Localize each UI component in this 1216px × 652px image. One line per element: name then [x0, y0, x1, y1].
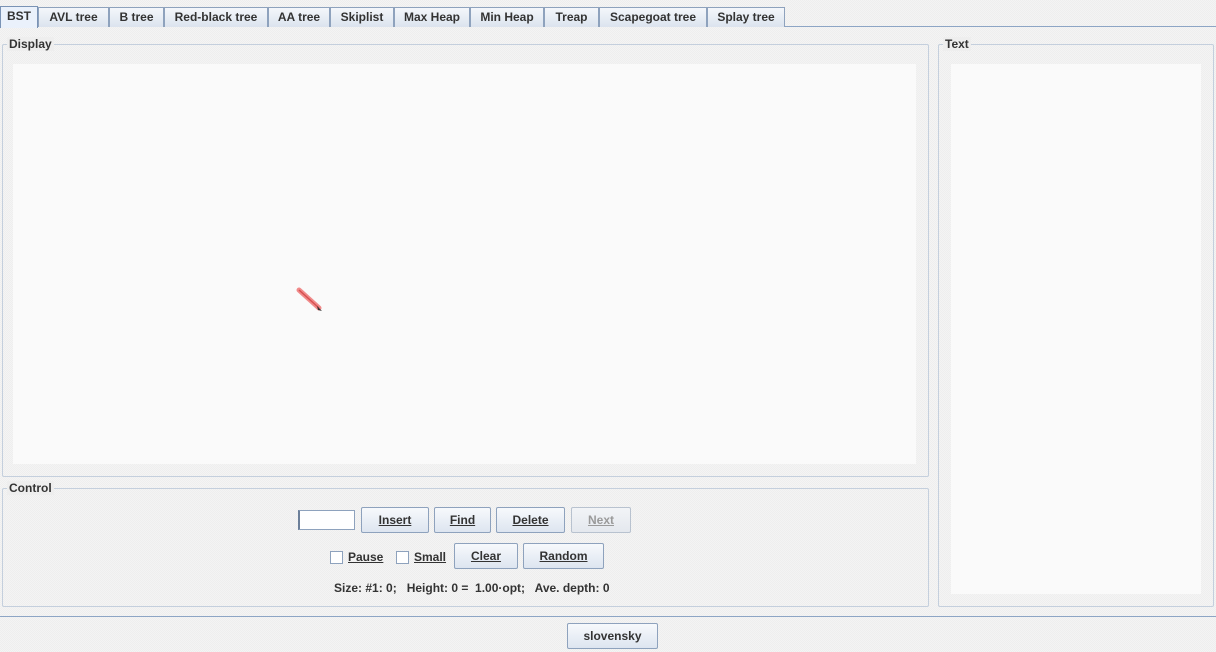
tab-bar: BST AVL tree B tree Red-black tree AA tr…	[0, 6, 1216, 28]
tab-treap[interactable]: Treap	[544, 7, 599, 27]
display-title: Display	[7, 37, 54, 51]
pencil-cursor-icon	[296, 287, 322, 311]
tab-scapegoat-tree[interactable]: Scapegoat tree	[599, 7, 707, 27]
text-panel-title: Text	[943, 37, 971, 51]
delete-button[interactable]: Delete	[496, 507, 565, 533]
random-button[interactable]: Random	[523, 543, 604, 569]
insert-button[interactable]: Insert	[361, 507, 429, 533]
text-panel: Text	[938, 37, 1214, 607]
small-checkbox-box[interactable]	[396, 550, 409, 564]
tab-max-heap[interactable]: Max Heap	[394, 7, 470, 27]
display-canvas[interactable]	[13, 64, 916, 464]
value-input[interactable]	[298, 510, 355, 530]
pause-checkbox[interactable]: Pause	[330, 550, 383, 564]
tab-min-heap[interactable]: Min Heap	[470, 7, 544, 27]
tab-b-tree[interactable]: B tree	[109, 7, 164, 27]
tab-aa-tree[interactable]: AA tree	[268, 7, 330, 27]
pause-checkbox-label: Pause	[348, 550, 384, 564]
pause-checkbox-box[interactable]	[330, 550, 343, 564]
language-button[interactable]: slovensky	[567, 623, 658, 649]
tab-bst[interactable]: BST	[0, 6, 38, 28]
clear-button[interactable]: Clear	[454, 543, 518, 569]
control-title: Control	[7, 481, 54, 495]
display-panel: Display	[2, 37, 929, 477]
bottom-separator	[0, 616, 1216, 617]
small-checkbox[interactable]: Small	[396, 550, 446, 564]
next-button[interactable]: Next	[571, 507, 631, 533]
tab-red-black-tree[interactable]: Red-black tree	[164, 7, 268, 27]
tab-avl-tree[interactable]: AVL tree	[38, 7, 109, 27]
tab-splay-tree[interactable]: Splay tree	[707, 7, 785, 27]
small-checkbox-label: Small	[414, 550, 447, 564]
text-output-area[interactable]	[951, 64, 1201, 594]
tree-stats: Size: #1: 0; Height: 0 = 1.00·opt; Ave. …	[334, 581, 610, 595]
tab-skiplist[interactable]: Skiplist	[330, 7, 394, 27]
find-button[interactable]: Find	[434, 507, 491, 533]
